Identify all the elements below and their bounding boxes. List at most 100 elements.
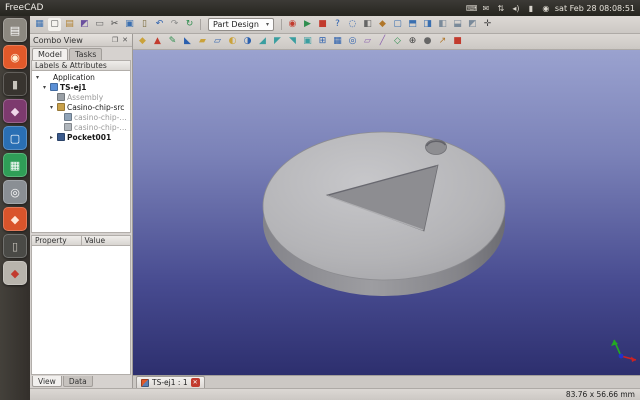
tree-item-label: casino-chip-main body bbox=[74, 113, 130, 122]
freecad-icon[interactable]: ◆ bbox=[3, 261, 27, 285]
close-panel-icon[interactable]: ✕ bbox=[121, 36, 129, 44]
document-save-icon[interactable]: ◩ bbox=[78, 18, 91, 31]
network-indicator-icon[interactable]: ⇅ bbox=[496, 4, 506, 13]
fit-all-icon[interactable]: ◌ bbox=[346, 18, 359, 31]
map-sketch-icon[interactable]: ◣ bbox=[181, 35, 194, 48]
rear-view-icon[interactable]: ◧ bbox=[436, 18, 449, 31]
pocket-icon[interactable]: ▱ bbox=[211, 35, 224, 48]
polar-pattern-icon[interactable]: ◎ bbox=[346, 35, 359, 48]
float-panel-icon[interactable]: ❐ bbox=[111, 36, 119, 44]
linear-pattern-icon[interactable]: ▦ bbox=[331, 35, 344, 48]
property-table-body[interactable] bbox=[31, 246, 131, 375]
combo-view-title: Combo View bbox=[33, 36, 83, 45]
create-body-icon[interactable]: ◆ bbox=[136, 35, 149, 48]
clock[interactable]: sat Feb 28 08:08:51 bbox=[555, 4, 635, 13]
bottom-view-icon[interactable]: ⬓ bbox=[451, 18, 464, 31]
firefox-icon[interactable]: ◉ bbox=[3, 45, 27, 69]
revolution-icon[interactable]: ◐ bbox=[226, 35, 239, 48]
trash-icon[interactable]: ▯ bbox=[3, 234, 27, 258]
tab-model[interactable]: Model bbox=[32, 48, 68, 60]
libreoffice-calc-icon[interactable]: ▦ bbox=[3, 153, 27, 177]
isometric-view-icon[interactable]: ◆ bbox=[376, 18, 389, 31]
copy-icon[interactable]: ▣ bbox=[123, 18, 136, 31]
cut-icon[interactable]: ✂ bbox=[108, 18, 121, 31]
model-tree: ▾ Application▾TS-ej1Assembly▾Casino-chip-… bbox=[31, 71, 131, 233]
tree-item-assembly[interactable]: Assembly bbox=[32, 92, 130, 102]
tab-view[interactable]: View bbox=[32, 376, 62, 387]
chamfer-icon[interactable]: ◤ bbox=[271, 35, 284, 48]
files-icon[interactable]: ▤ bbox=[3, 18, 27, 42]
3d-viewport[interactable] bbox=[133, 50, 640, 375]
thickness-icon[interactable]: ▣ bbox=[301, 35, 314, 48]
window-title[interactable]: FreeCAD bbox=[5, 3, 43, 13]
front-view-icon[interactable]: ▢ bbox=[391, 18, 404, 31]
top-view-icon[interactable]: ⬒ bbox=[406, 18, 419, 31]
amazon-icon[interactable]: ◆ bbox=[3, 99, 27, 123]
macro-record-icon[interactable]: ◉ bbox=[286, 18, 299, 31]
messaging-indicator-icon[interactable]: ✉ bbox=[481, 4, 491, 13]
tree-expander-icon[interactable]: ▾ bbox=[41, 84, 48, 91]
redo-icon[interactable]: ↷ bbox=[168, 18, 181, 31]
ubuntu-software-icon[interactable]: ◆ bbox=[3, 207, 27, 231]
tree-expander-icon[interactable]: ▾ bbox=[34, 74, 41, 81]
paste-icon[interactable]: ▯ bbox=[138, 18, 151, 31]
libreoffice-writer-icon[interactable]: ▢ bbox=[3, 126, 27, 150]
datum-line-icon[interactable]: ╱ bbox=[376, 35, 389, 48]
tree-item-pocket001[interactable]: ▸ Pocket001 bbox=[32, 132, 130, 142]
tab-tasks[interactable]: Tasks bbox=[69, 48, 102, 60]
draft-icon[interactable]: ◥ bbox=[286, 35, 299, 48]
tree-item-casino-chip-main-body[interactable]: casino-chip-main body bbox=[32, 112, 130, 122]
macro-play-icon[interactable]: ▶ bbox=[301, 18, 314, 31]
tree-column-header: Labels & Attributes bbox=[31, 60, 131, 71]
tree-expander-icon[interactable]: ▾ bbox=[48, 104, 55, 111]
toolbar-file-icons: ▦▢▤◩▭✂▣▯↶↷↻ bbox=[33, 18, 196, 31]
shape-binder-icon[interactable]: ◇ bbox=[391, 35, 404, 48]
pad-icon[interactable]: ▰ bbox=[196, 35, 209, 48]
right-view-icon[interactable]: ◨ bbox=[421, 18, 434, 31]
terminal-icon[interactable]: ▮ bbox=[3, 72, 27, 96]
tab-data[interactable]: Data bbox=[63, 376, 93, 387]
app-grid-icon[interactable]: ▦ bbox=[33, 18, 46, 31]
edit-sketch-icon[interactable]: ✎ bbox=[166, 35, 179, 48]
create-sketch-icon[interactable]: ▲ bbox=[151, 35, 164, 48]
migrate-icon[interactable]: ↗ bbox=[436, 35, 449, 48]
groove-icon[interactable]: ◑ bbox=[241, 35, 254, 48]
tree-item-application[interactable]: ▾ Application bbox=[32, 72, 130, 82]
tree-item-label: Application bbox=[53, 73, 95, 82]
undo-icon[interactable]: ↶ bbox=[153, 18, 166, 31]
whats-this-icon[interactable]: ? bbox=[331, 18, 344, 31]
battery-indicator-icon[interactable]: ▮ bbox=[526, 4, 536, 13]
property-column-header[interactable]: Property bbox=[31, 235, 82, 246]
keyboard-indicator-icon[interactable]: ⌨ bbox=[466, 4, 476, 13]
combo-view-panel: Combo View ❐ ✕ Model Tasks Labels & Attr… bbox=[30, 34, 133, 388]
tree-item-casino-chip-key-chain[interactable]: casino-chip-key-chain bbox=[32, 122, 130, 132]
value-column-header[interactable]: Value bbox=[82, 235, 132, 246]
draw-style-icon[interactable]: ◧ bbox=[361, 18, 374, 31]
workbench-selector[interactable]: Part Design ▾ bbox=[208, 18, 274, 31]
print-icon[interactable]: ▭ bbox=[93, 18, 106, 31]
boolean-icon[interactable]: ⊕ bbox=[406, 35, 419, 48]
body-icon bbox=[64, 113, 72, 121]
document-tab[interactable]: TS-ej1 : 1 ✕ bbox=[136, 376, 205, 388]
document-new-icon[interactable]: ▢ bbox=[48, 18, 61, 31]
mirror-icon[interactable]: ⊞ bbox=[316, 35, 329, 48]
tree-item-label: Pocket001 bbox=[67, 133, 111, 142]
left-view-icon[interactable]: ◩ bbox=[466, 18, 479, 31]
session-indicator-icon[interactable]: ◉ bbox=[541, 4, 551, 13]
hole-icon[interactable]: ● bbox=[421, 35, 434, 48]
stop-operation-icon[interactable]: ■ bbox=[451, 35, 464, 48]
refresh-icon[interactable]: ↻ bbox=[183, 18, 196, 31]
tree-item-ts-ej1[interactable]: ▾TS-ej1 bbox=[32, 82, 130, 92]
tree-item-casino-chip-src[interactable]: ▾Casino-chip-src bbox=[32, 102, 130, 112]
folder-open-icon[interactable]: ▤ bbox=[63, 18, 76, 31]
macro-stop-icon[interactable]: ■ bbox=[316, 18, 329, 31]
system-settings-icon[interactable]: ◎ bbox=[3, 180, 27, 204]
combo-view-titlebar[interactable]: Combo View ❐ ✕ bbox=[30, 34, 132, 47]
close-document-icon[interactable]: ✕ bbox=[191, 378, 200, 387]
volume-indicator-icon[interactable]: ◂) bbox=[511, 4, 521, 13]
tree-expander-icon[interactable]: ▸ bbox=[48, 134, 55, 141]
measure-icon[interactable]: ✛ bbox=[481, 18, 494, 31]
datum-plane-icon[interactable]: ▱ bbox=[361, 35, 374, 48]
axis-indicator bbox=[611, 340, 636, 362]
fillet-icon[interactable]: ◢ bbox=[256, 35, 269, 48]
